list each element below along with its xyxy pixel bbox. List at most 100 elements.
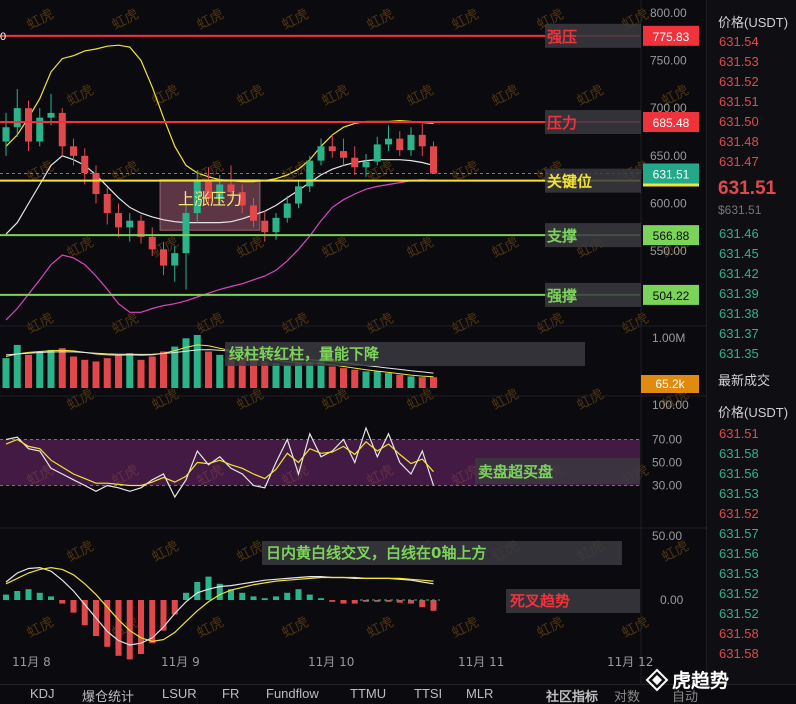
watermark-text: 虹虎: [319, 386, 351, 413]
volume-bar: [295, 363, 302, 388]
candle-body: [25, 108, 32, 142]
trade-price: 631.52: [719, 506, 759, 521]
ask-price[interactable]: 631.50: [719, 114, 759, 129]
trade-price: 631.56: [719, 546, 759, 561]
indicator-tab[interactable]: KDJ: [30, 686, 55, 701]
bid-price[interactable]: 631.45: [719, 246, 759, 261]
price-axis-tick: 650.00: [650, 149, 687, 163]
watermark-text: 虹虎: [534, 614, 566, 641]
indicator-tab[interactable]: LSUR: [162, 686, 197, 701]
volume-bar: [182, 338, 190, 388]
volume-bar: [70, 356, 77, 388]
volume-bar: [362, 371, 370, 388]
bid-price[interactable]: 631.38: [719, 306, 759, 321]
watermark-text: 虹虎: [449, 614, 481, 641]
candle-body: [340, 151, 347, 158]
watermark-text: 虹虎: [149, 538, 181, 565]
watermark-text: 虹虎: [404, 234, 436, 261]
candle-body: [328, 146, 336, 152]
level-label-key_level: 关键位: [547, 173, 592, 191]
oscillator-axis-tick: 50.00: [652, 456, 682, 470]
candle-body: [250, 205, 257, 221]
watermark-text: 虹虎: [489, 82, 521, 109]
watermark-text: 虹虎: [24, 614, 56, 641]
oscillator-annotation: 卖盘超买盘: [478, 463, 553, 481]
macd-histogram-bar: [70, 600, 77, 613]
watermark-text: 虹虎: [449, 310, 481, 337]
recent-trades-title[interactable]: 最新成交: [718, 370, 770, 389]
macd-histogram-bar: [340, 600, 347, 604]
ask-price[interactable]: 631.51: [719, 94, 759, 109]
candle-body: [58, 112, 66, 147]
macd-histogram-bar: [419, 600, 426, 608]
trade-price: 631.53: [719, 486, 759, 501]
candle-body: [373, 144, 381, 162]
watermark-text: 虹虎: [364, 614, 396, 641]
macd-histogram-bar: [59, 600, 66, 604]
level-label-strong_resistance: 强压: [547, 28, 577, 46]
indicator-tab[interactable]: 爆仓统计: [82, 686, 134, 704]
watermark-text: 虹虎: [64, 234, 96, 261]
time-axis-tick: 11月 8: [12, 655, 51, 669]
indicator-tab[interactable]: MLR: [466, 686, 493, 701]
volume-bar: [351, 369, 359, 388]
volume-bar: [103, 358, 111, 388]
level-label-resistance: 压力: [547, 114, 577, 132]
macd-histogram-bar: [171, 600, 178, 615]
indicator-tab[interactable]: FR: [222, 686, 239, 701]
indicator-tab[interactable]: 对数: [614, 686, 640, 704]
ask-price[interactable]: 631.52: [719, 74, 759, 89]
chart-area[interactable]: 虹虎 虹虎 虹虎 虹虎 虹虎 虹虎 虹虎 虹虎虹虎 虹虎 虹虎 虹虎 虹虎 虹虎 虹虎 虹虎虹虎 虹虎 虹虎 虹虎…: [0, 0, 706, 684]
macd-histogram-bar: [149, 600, 156, 644]
volume-bar: [137, 359, 145, 388]
candle-body: [261, 220, 269, 233]
watermark-text: 虹虎: [534, 310, 566, 337]
indicator-tab[interactable]: 社区指标: [546, 686, 598, 704]
volume-bar: [430, 377, 437, 388]
ask-price[interactable]: 631.47: [719, 154, 759, 169]
trade-price: 631.52: [719, 586, 759, 601]
watermark-text: 虹虎: [24, 310, 56, 337]
ask-price[interactable]: 631.48: [719, 134, 759, 149]
candle-body: [115, 213, 122, 228]
volume-bar: [81, 359, 89, 388]
bid-price[interactable]: 631.37: [719, 326, 759, 341]
volume-bar: [193, 334, 201, 388]
bid-price[interactable]: 631.42: [719, 266, 759, 281]
macd-histogram-bar: [115, 600, 122, 656]
trade-price: 631.57: [719, 526, 759, 541]
candle-body: [418, 134, 426, 147]
time-axis-tick: 11月 10: [308, 655, 354, 669]
ask-price[interactable]: 631.54: [719, 34, 759, 49]
macd-histogram-bar: [273, 596, 279, 600]
bid-price[interactable]: 631.35: [719, 346, 759, 361]
ask-price[interactable]: 631.53: [719, 54, 759, 69]
trade-price: 631.51: [719, 426, 759, 441]
macd-histogram-bar: [284, 592, 291, 600]
indicator-tab[interactable]: Fundflow: [266, 686, 319, 701]
indicator-tab[interactable]: TTMU: [350, 686, 386, 701]
watermark-text: 虹虎: [109, 6, 141, 33]
candle-body: [317, 146, 325, 161]
oscillator-axis-tick: 30.00: [652, 479, 682, 493]
candle-body: [103, 194, 111, 214]
last-price: 631.51: [718, 178, 777, 199]
watermark-text: 虹虎: [149, 82, 181, 109]
bid-price[interactable]: 631.46: [719, 226, 759, 241]
candle-body: [160, 249, 167, 266]
watermark-text: 虹虎: [279, 310, 311, 337]
watermark-text: 虹虎: [24, 6, 56, 33]
macd-histogram-bar: [48, 596, 54, 600]
macd-histogram-bar: [329, 600, 336, 602]
macd-histogram-bar: [183, 592, 189, 600]
level-label-support: 支撑: [546, 227, 577, 245]
indicator-tab[interactable]: TTSI: [414, 686, 442, 701]
watermark-text: 虹虎: [489, 234, 521, 261]
candle-body: [407, 134, 415, 151]
watermark-text: 虹虎: [234, 234, 266, 261]
watermark-text: 虹虎: [574, 82, 606, 109]
price-tag-text-strong_resistance: 775.83: [653, 30, 690, 44]
volume-bar: [126, 353, 134, 388]
volume-bar: [36, 351, 44, 388]
bid-price[interactable]: 631.39: [719, 286, 759, 301]
